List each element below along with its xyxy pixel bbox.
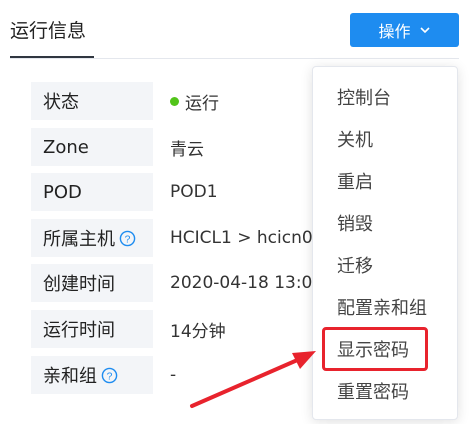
svg-text:?: ? xyxy=(125,234,131,245)
menu-item-configure-affinity[interactable]: 配置亲和组 xyxy=(337,292,427,322)
operations-button-label: 操作 xyxy=(378,22,411,41)
section-title: 运行信息 xyxy=(10,20,87,42)
menu-item-destroy[interactable]: 销毁 xyxy=(337,208,373,238)
info-value: HCICL1 > hcicn0 xyxy=(170,228,313,248)
help-icon[interactable]: ? xyxy=(119,230,136,247)
svg-text:?: ? xyxy=(107,371,113,382)
info-value: 14分钟 xyxy=(170,321,226,342)
header-divider xyxy=(10,58,459,59)
info-label: 运行时间 xyxy=(31,310,153,348)
info-label-text: 所属主机 xyxy=(43,229,115,250)
menu-item-shutdown[interactable]: 关机 xyxy=(337,124,373,154)
info-value: - xyxy=(170,365,177,385)
info-value: 运行 xyxy=(170,82,219,120)
menu-item-migrate[interactable]: 迁移 xyxy=(337,250,373,280)
menu-item-restart[interactable]: 重启 xyxy=(337,166,373,196)
info-label-text: 亲和组 xyxy=(43,366,97,387)
chevron-down-icon xyxy=(419,27,430,34)
info-label: 所属主机 ? xyxy=(31,219,153,257)
info-label: POD xyxy=(31,173,153,211)
annotation-highlight-box xyxy=(322,327,428,371)
info-value: POD1 xyxy=(170,182,218,202)
info-value: 青云 xyxy=(170,139,204,160)
info-label: Zone xyxy=(31,128,153,166)
status-text: 运行 xyxy=(185,93,219,114)
info-label: 状态 xyxy=(31,82,153,120)
help-icon[interactable]: ? xyxy=(101,367,118,384)
info-label: 创建时间 xyxy=(31,264,153,302)
operations-button[interactable]: 操作 xyxy=(350,13,459,47)
info-value: 2020-04-18 13:0 xyxy=(170,273,313,293)
status-dot xyxy=(170,96,179,106)
menu-item-reset-password[interactable]: 重置密码 xyxy=(337,376,409,406)
menu-item-console[interactable]: 控制台 xyxy=(337,82,391,112)
info-label: 亲和组 ? xyxy=(31,356,153,394)
